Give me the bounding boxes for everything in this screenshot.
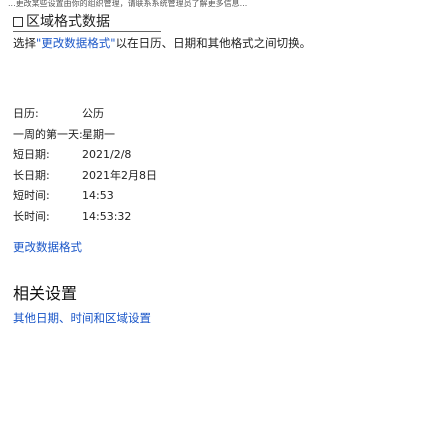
info-value: 14:53:32	[82, 209, 132, 223]
related-settings-links: 其他日期、时间和区域设置	[13, 310, 151, 326]
change-format-link[interactable]: 更改数据格式	[13, 239, 82, 255]
info-label: 长日期:	[13, 168, 50, 182]
info-value: 公历	[82, 107, 104, 120]
info-label: 短时间:	[13, 189, 50, 202]
info-value: 2021/2/8	[82, 148, 132, 161]
info-value: 2021年2月8日	[82, 168, 157, 182]
top-note: ...更改某些设置由你的组织管理，请联系系统管理员了解更多信息...	[8, 0, 248, 8]
info-label: 长时间:	[13, 209, 50, 223]
info-label: 短日期:	[13, 148, 50, 161]
description-suffix: 以在日历、日期和其他格式之间切换。	[115, 36, 312, 50]
info-label: 日历:	[13, 107, 39, 120]
info-value: 星期一	[82, 127, 115, 141]
description-prefix: 选择	[13, 36, 36, 50]
description-link: "更改数据格式"	[36, 36, 116, 50]
other-date-link[interactable]: 其他日期	[13, 311, 59, 325]
info-value: 14:53	[82, 189, 114, 202]
link-separator: 、	[59, 311, 71, 325]
section-title-text: 区域格式数据	[26, 14, 110, 30]
section-description: 选择"更改数据格式"以在日历、日期和其他格式之间切换。	[13, 36, 413, 51]
title-divider	[13, 31, 161, 32]
section-title: 区域格式数据	[13, 12, 110, 32]
related-settings-heading: 相关设置	[13, 284, 78, 303]
info-label: 一周的第一天:	[13, 127, 83, 141]
region-icon	[13, 17, 23, 27]
time-region-settings-link[interactable]: 时间和区域设置	[71, 311, 152, 325]
